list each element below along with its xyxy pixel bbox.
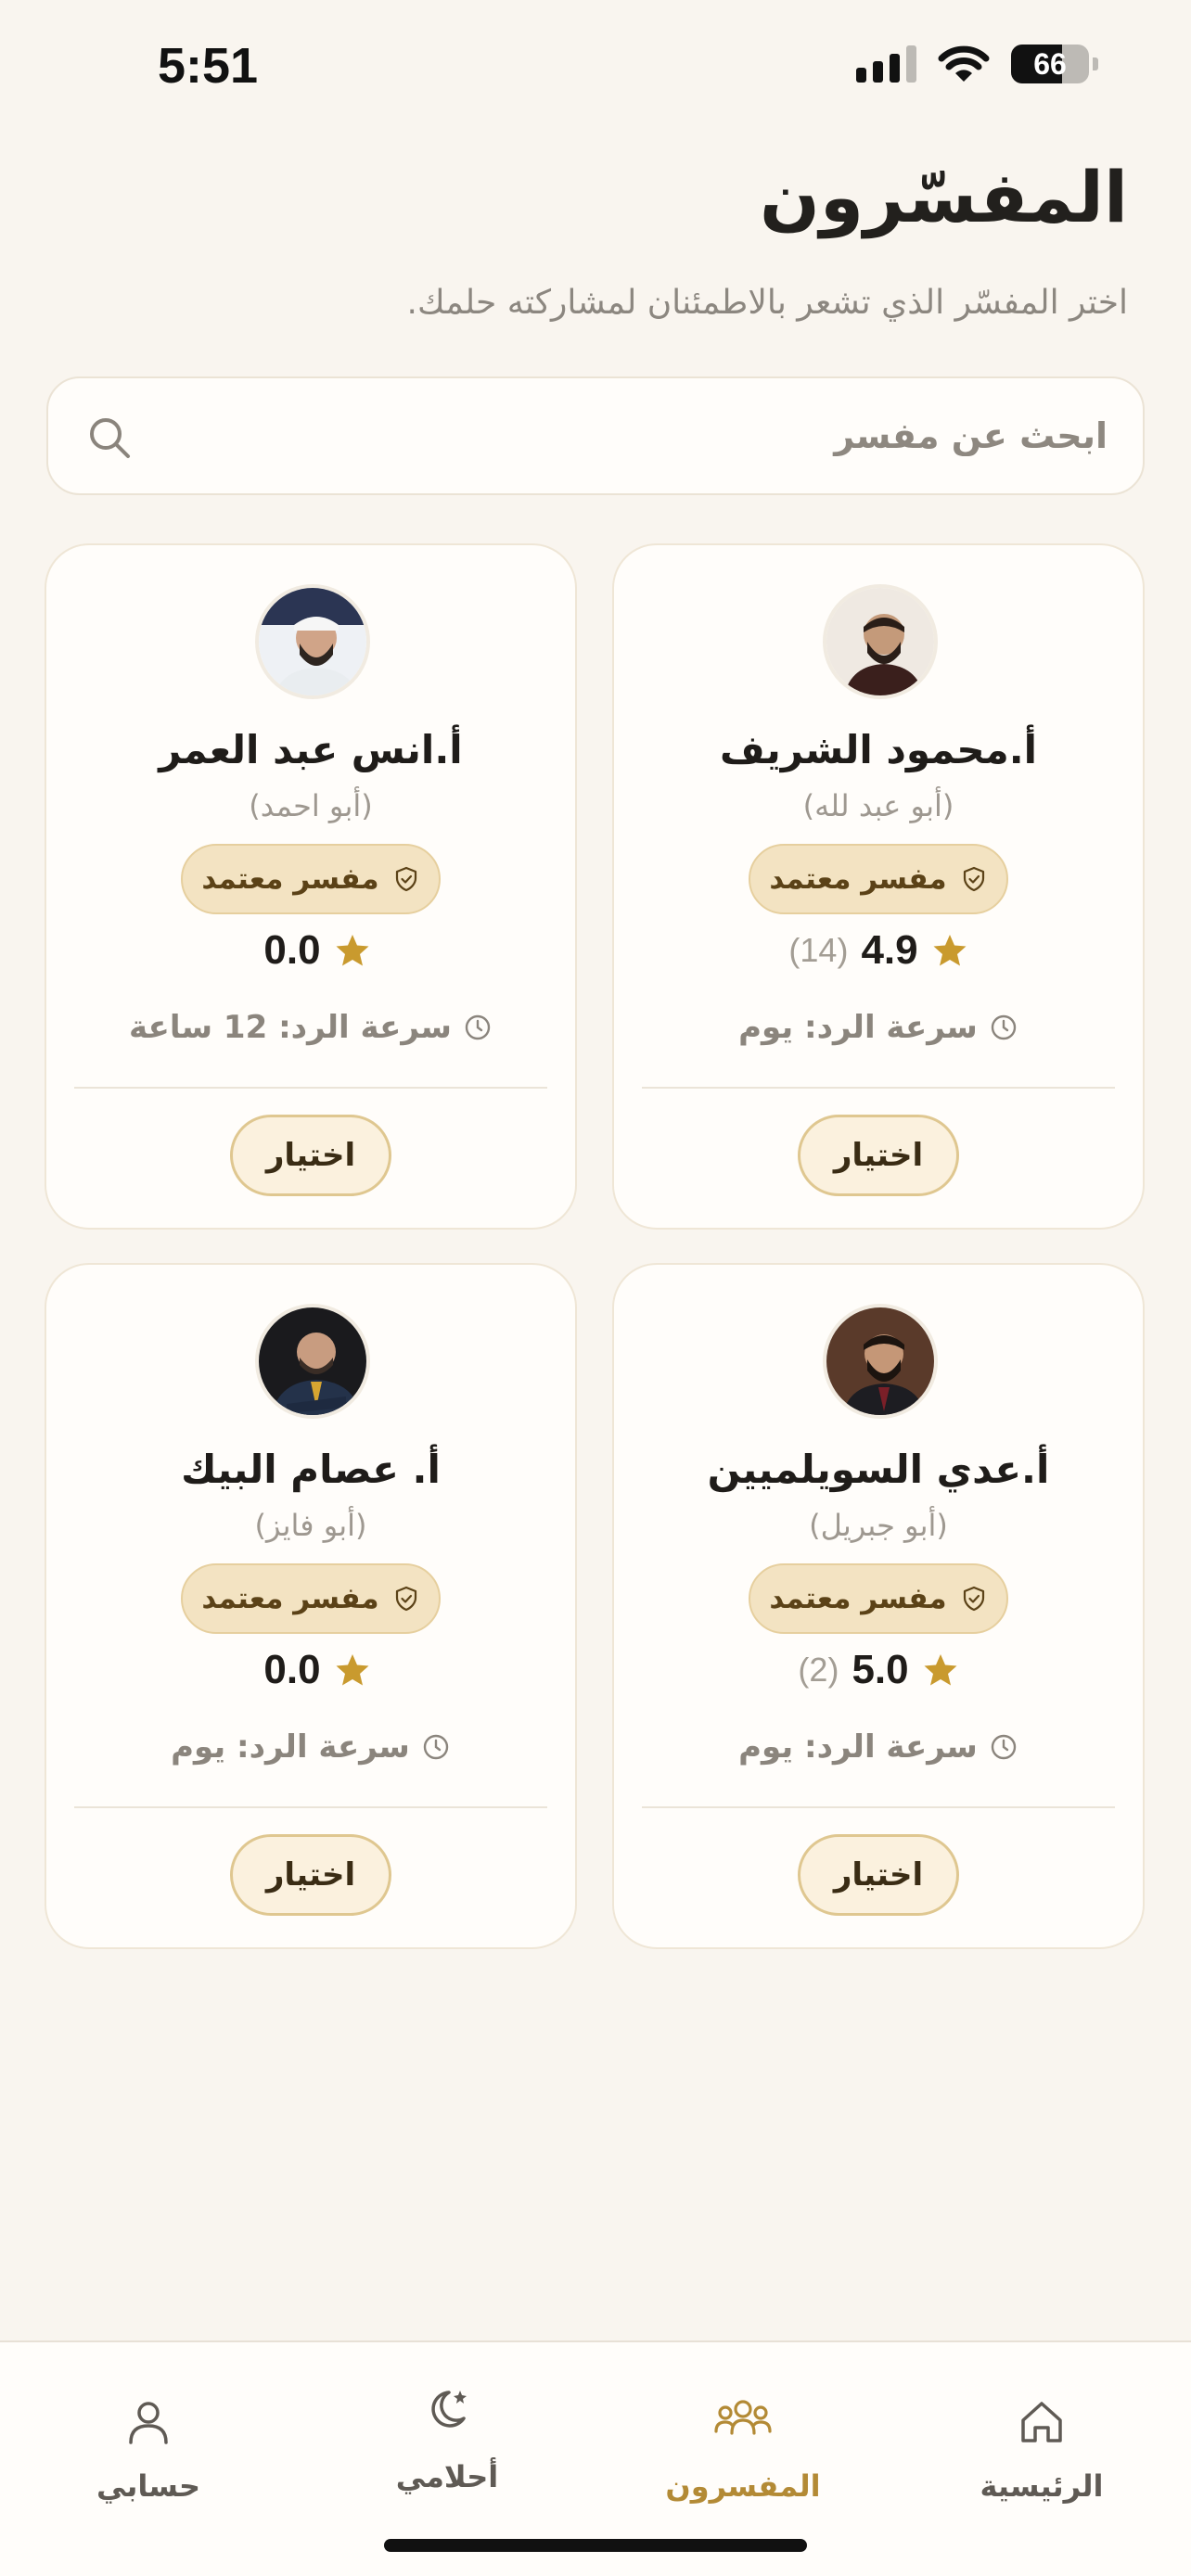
shield-check-icon xyxy=(963,866,984,892)
response-time: سرعة الرد: يوم xyxy=(614,1009,1143,1046)
nav-item-account[interactable]: حسابي xyxy=(37,2342,260,2528)
select-button[interactable]: اختيار xyxy=(798,1115,959,1196)
interpreter-name: أ. عصام البيك xyxy=(181,1447,441,1492)
nav-item-home[interactable]: الرئيسية xyxy=(930,2342,1153,2528)
wifi-icon xyxy=(938,45,990,82)
shield-check-icon xyxy=(395,1586,416,1612)
select-button[interactable]: اختيار xyxy=(230,1834,391,1916)
nav-label-home: الرئيسية xyxy=(980,2468,1104,2504)
user-icon xyxy=(129,2402,168,2444)
moon-star-icon xyxy=(431,2391,467,2428)
interpreter-kunya: (أبو احمد) xyxy=(249,788,373,823)
interpreter-name: أ.انس عبد العمر xyxy=(159,727,463,772)
rating: 0.0 xyxy=(46,1647,575,1693)
cellular-signal-icon xyxy=(856,45,916,83)
interpreter-name: أ.عدي السويلميين xyxy=(707,1447,1050,1492)
rating: 5.0 (2) xyxy=(614,1647,1143,1693)
rating-value: 4.9 xyxy=(861,927,918,973)
avatar xyxy=(255,1304,370,1419)
search-input[interactable] xyxy=(180,378,1108,493)
nav-label-interpreters: المفسرون xyxy=(665,2468,821,2504)
interpreter-kunya: (أبو جبريل) xyxy=(809,1508,948,1543)
star-icon xyxy=(933,935,967,966)
home-icon xyxy=(1021,2402,1062,2442)
home-indicator xyxy=(384,2539,807,2552)
rating-count: (14) xyxy=(788,931,849,969)
response-time: سرعة الرد: 12 ساعة xyxy=(46,1009,575,1046)
clock-icon xyxy=(423,1734,449,1760)
response-time-text: سرعة الرد: يوم xyxy=(738,1728,978,1766)
verified-badge: مفسر معتمد xyxy=(181,1563,441,1634)
status-time: 5:51 xyxy=(158,38,259,94)
interpreter-card: أ.محمود الشريف (أبو عبد لله) مفسر معتمد … xyxy=(612,543,1145,1230)
card-divider xyxy=(74,1087,547,1089)
avatar xyxy=(823,584,938,699)
badge-label: مفسر معتمد xyxy=(201,862,379,896)
page-subtitle: اختر المفسّر الذي تشعر بالاطمئنان لمشارك… xyxy=(406,284,1128,322)
battery-percentage: 66 xyxy=(1033,46,1067,81)
interpreter-name: أ.محمود الشريف xyxy=(719,727,1038,772)
status-icons: 66 xyxy=(856,45,1098,83)
battery-tip xyxy=(1093,57,1098,70)
badge-label: مفسر معتمد xyxy=(201,1582,379,1615)
interpreter-card: أ.عدي السويلميين (أبو جبريل) مفسر معتمد … xyxy=(612,1263,1145,1949)
rating-value: 0.0 xyxy=(263,927,321,973)
nav-label-account: حسابي xyxy=(96,2468,201,2504)
shield-check-icon xyxy=(963,1586,984,1612)
people-icon xyxy=(714,2400,772,2435)
interpreter-card: أ. عصام البيك (أبو فايز) مفسر معتمد 0.0 … xyxy=(45,1263,577,1949)
rating: 4.9 (14) xyxy=(614,927,1143,974)
shield-check-icon xyxy=(395,866,416,892)
star-icon xyxy=(336,935,369,966)
interpreter-kunya: (أبو عبد لله) xyxy=(802,788,954,823)
select-button[interactable]: اختيار xyxy=(230,1115,391,1196)
avatar xyxy=(823,1304,938,1419)
avatar xyxy=(255,584,370,699)
response-time-text: سرعة الرد: يوم xyxy=(738,1009,978,1046)
card-divider xyxy=(74,1806,547,1808)
verified-badge: مفسر معتمد xyxy=(749,1563,1008,1634)
interpreter-card: أ.انس عبد العمر (أبو احمد) مفسر معتمد 0.… xyxy=(45,543,577,1230)
clock-icon xyxy=(465,1014,491,1040)
verified-badge: مفسر معتمد xyxy=(749,844,1008,914)
search-icon[interactable] xyxy=(87,415,132,460)
badge-label: مفسر معتمد xyxy=(769,1582,947,1615)
page-title: المفسّرون xyxy=(760,156,1128,238)
clock-icon xyxy=(991,1734,1017,1760)
card-divider xyxy=(642,1806,1115,1808)
response-time-text: سرعة الرد: يوم xyxy=(171,1728,410,1766)
response-time: سرعة الرد: يوم xyxy=(46,1728,575,1766)
nav-item-my-dreams[interactable]: أحلامي xyxy=(336,2342,558,2528)
star-icon xyxy=(924,1654,957,1686)
interpreter-kunya: (أبو فايز) xyxy=(254,1508,367,1543)
search-bar[interactable] xyxy=(46,376,1145,495)
verified-badge: مفسر معتمد xyxy=(181,844,441,914)
response-time: سرعة الرد: يوم xyxy=(614,1728,1143,1766)
rating: 0.0 xyxy=(46,927,575,974)
status-bar: 5:51 66 xyxy=(0,0,1191,139)
rating-value: 0.0 xyxy=(263,1647,321,1692)
rating-count: (2) xyxy=(798,1651,839,1689)
select-button[interactable]: اختيار xyxy=(798,1834,959,1916)
badge-label: مفسر معتمد xyxy=(769,862,947,896)
nav-label-my-dreams: أحلامي xyxy=(395,2459,499,2494)
star-icon xyxy=(336,1654,369,1686)
card-divider xyxy=(642,1087,1115,1089)
nav-item-interpreters[interactable]: المفسرون xyxy=(632,2342,854,2528)
response-time-text: سرعة الرد: 12 ساعة xyxy=(129,1009,452,1046)
battery-icon: 66 xyxy=(1011,45,1089,83)
clock-icon xyxy=(991,1014,1017,1040)
rating-value: 5.0 xyxy=(852,1647,909,1692)
